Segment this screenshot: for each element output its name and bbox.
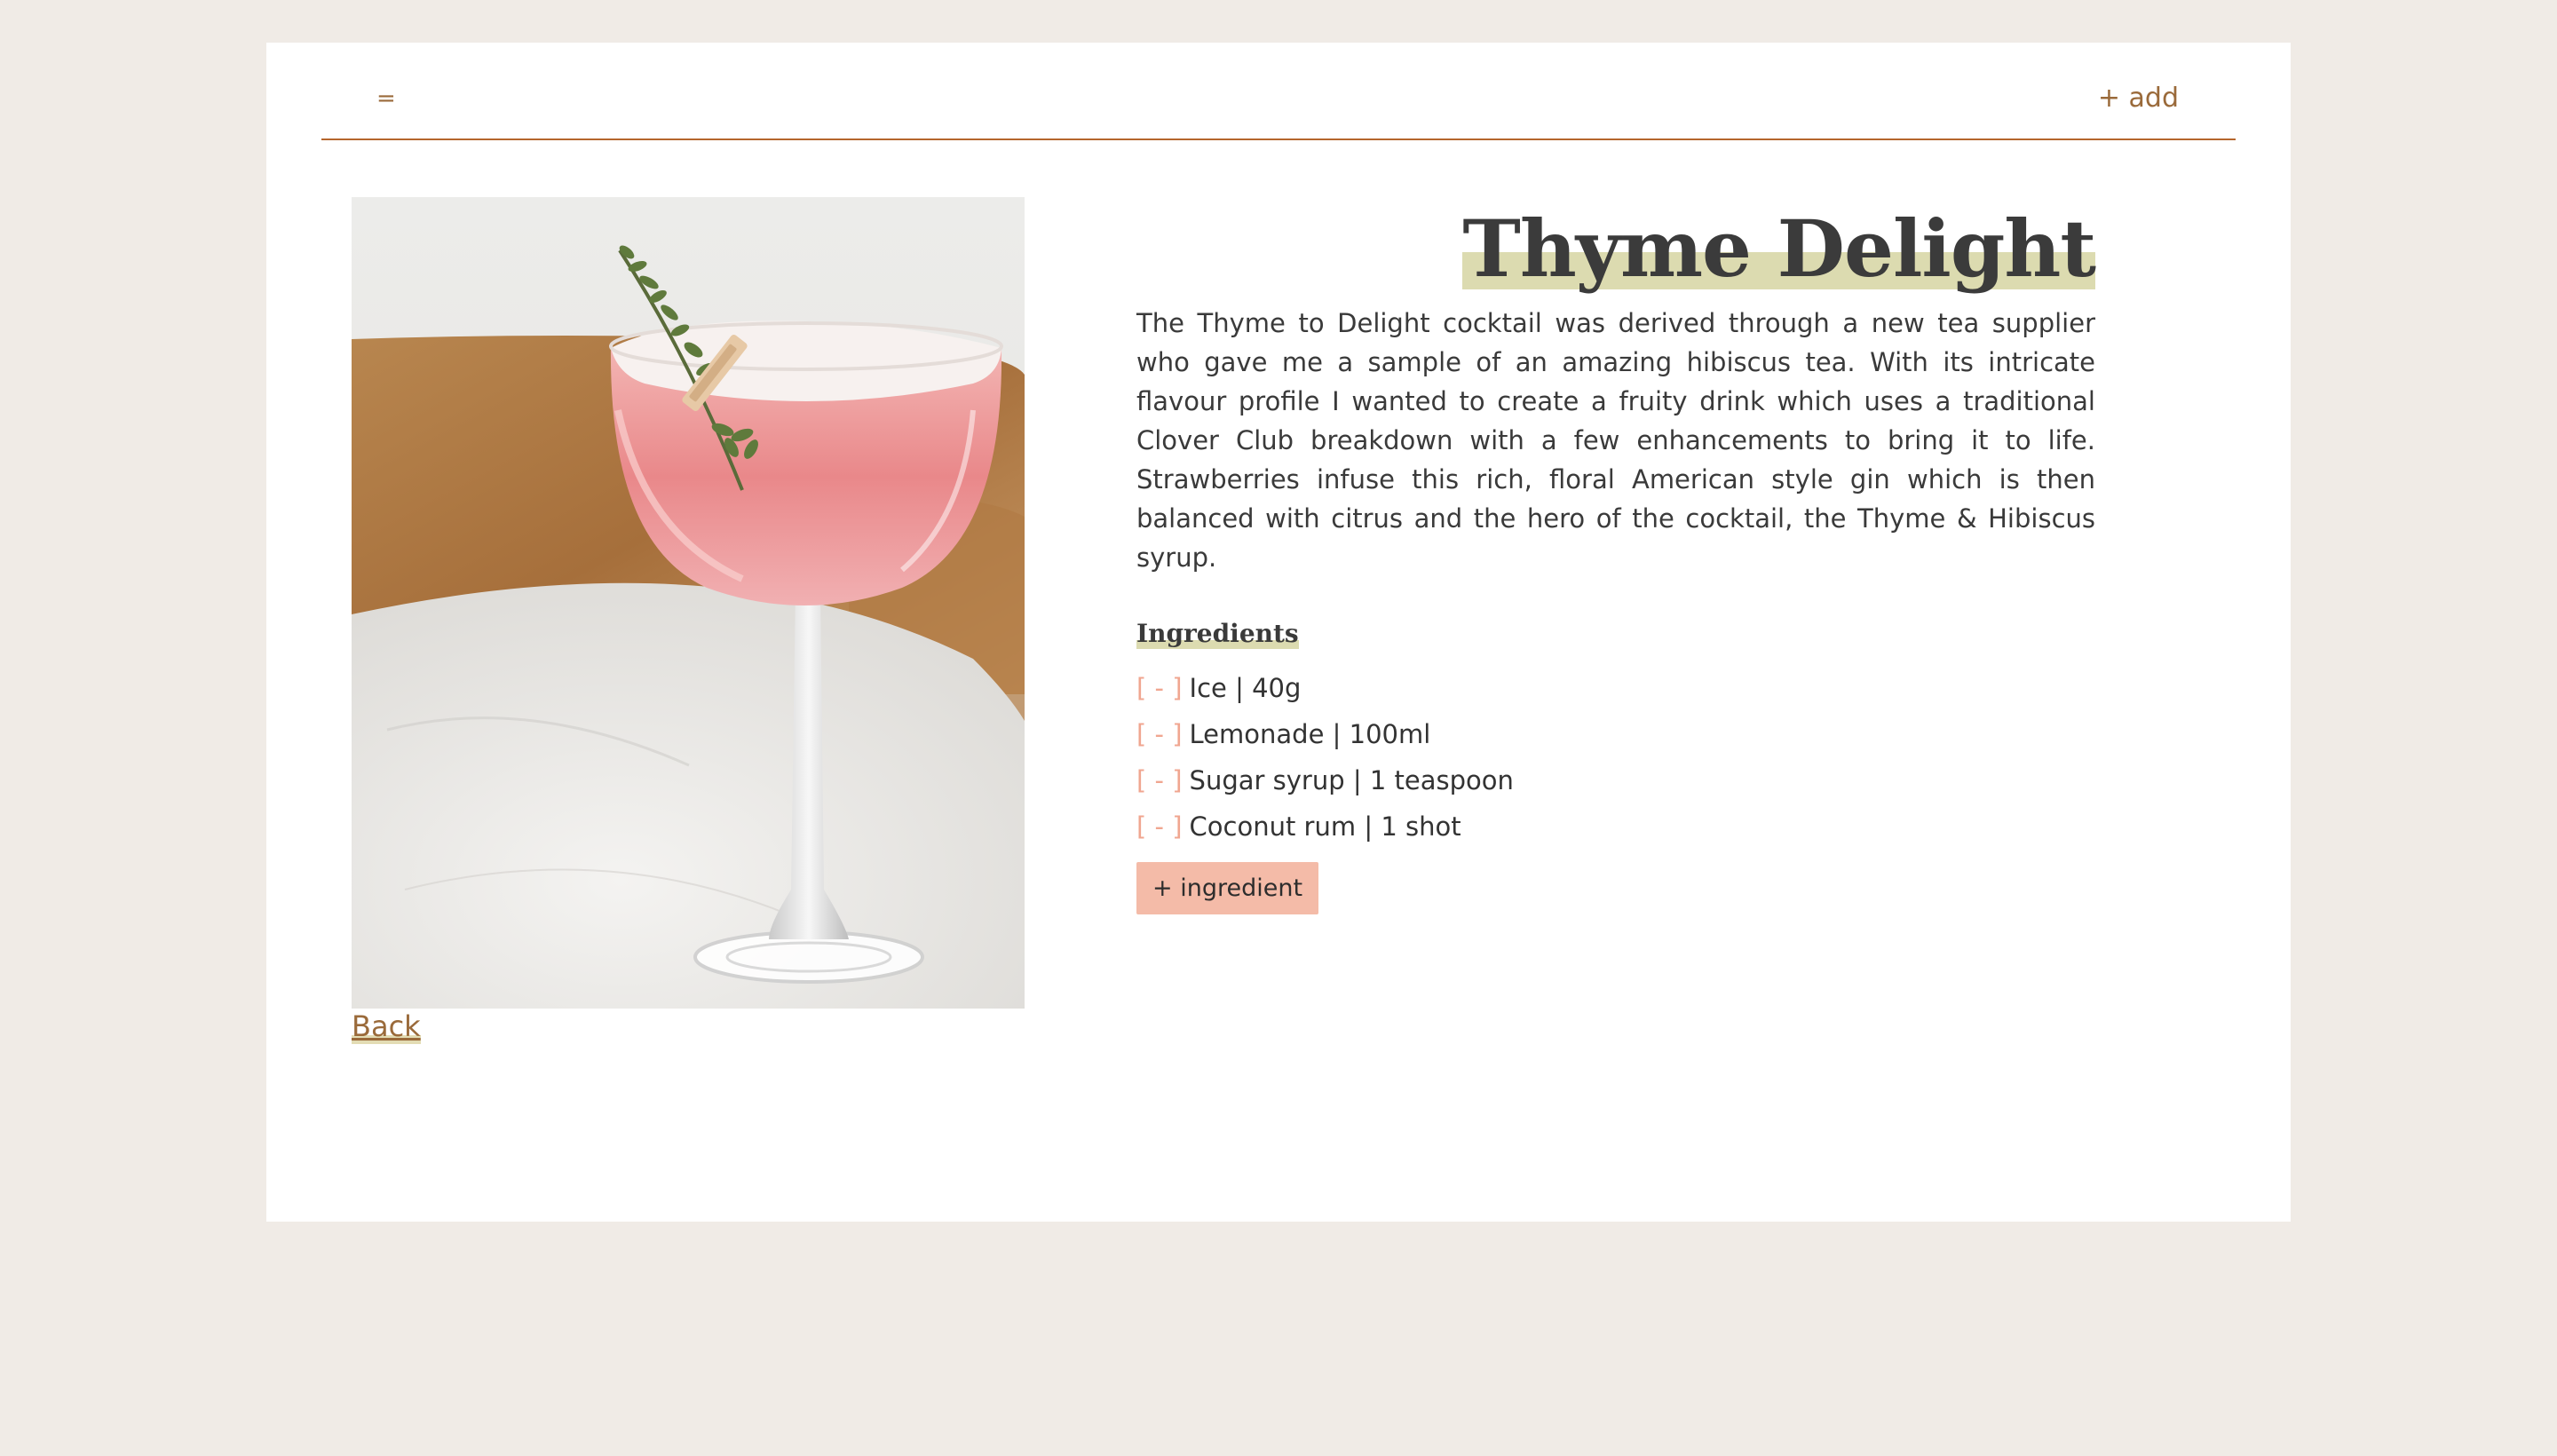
remove-ingredient-button[interactable]: [ - ] xyxy=(1136,811,1183,842)
add-recipe-link[interactable]: + add xyxy=(2098,85,2179,112)
add-ingredient-button[interactable]: + ingredient xyxy=(1136,862,1319,915)
recipe-description: The Thyme to Delight cocktail was derive… xyxy=(1136,308,2095,573)
ingredient-text: Ice | 40g xyxy=(1189,673,1302,703)
top-nav: = + add xyxy=(321,43,2236,140)
remove-ingredient-button[interactable]: [ - ] xyxy=(1136,765,1183,795)
title-wrap: Thyme Delight xyxy=(1136,202,2096,295)
remove-ingredient-button[interactable]: [ - ] xyxy=(1136,719,1183,749)
ingredient-item: [ - ] Coconut rum | 1 shot xyxy=(1136,803,2095,850)
ingredient-item: [ - ] Lemonade | 100ml xyxy=(1136,711,2095,757)
recipe-title: Thyme Delight xyxy=(1462,202,2096,295)
ingredient-item: [ - ] Ice | 40g xyxy=(1136,665,2095,711)
ingredient-text: Lemonade | 100ml xyxy=(1189,719,1431,749)
ingredient-list: [ - ] Ice | 40g [ - ] Lemonade | 100ml [ -… xyxy=(1136,665,2095,850)
menu-button[interactable]: = xyxy=(376,87,396,110)
recipe-card: = + add Back Thyme Delight The Thyme to … xyxy=(266,43,2291,1222)
ingredient-item: [ - ] Sugar syrup | 1 teaspoon xyxy=(1136,757,2095,803)
cocktail-photo xyxy=(352,197,1025,1009)
ingredients-heading: Ingredients xyxy=(1136,618,1299,649)
recipe-details: Thyme Delight The Thyme to Delight cockt… xyxy=(1136,197,2096,915)
ingredient-text: Sugar syrup | 1 teaspoon xyxy=(1189,765,1514,795)
back-link[interactable]: Back xyxy=(352,1009,421,1044)
ingredient-text: Coconut rum | 1 shot xyxy=(1189,811,1461,842)
remove-ingredient-button[interactable]: [ - ] xyxy=(1136,673,1183,703)
